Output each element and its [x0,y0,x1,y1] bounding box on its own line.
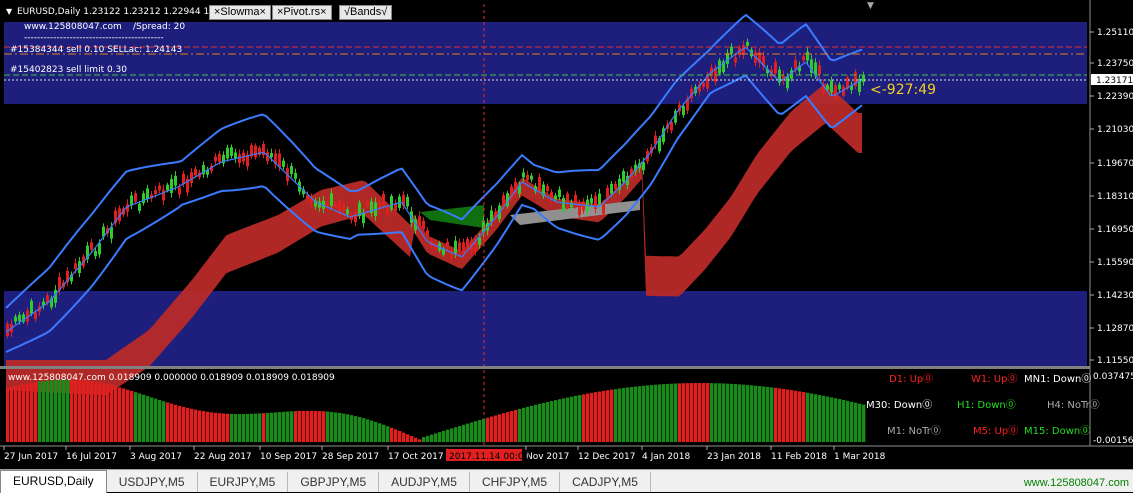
indicator-button-pivot[interactable]: ×Pivot.rs× [272,5,332,20]
timeframe-status: MN1: Down⓪ [1024,373,1091,385]
time-highlight-label: 2017.11.14 00:00 [449,452,530,462]
site-text: www.125808047.com [24,22,122,32]
time-tick-label: 3 Aug 2017 [130,452,182,462]
timeframe-status: M5: Up⓪ [973,425,1018,437]
time-tick-label: 23 Jan 2018 [707,452,761,462]
price-tick-label: 1.19670 [1097,159,1133,169]
scroll-arrow-icon[interactable]: ▼ [867,1,874,11]
timeframe-panel: D1: Up⓪ W1: Up⓪ MN1: Down⓪ M30: Down⓪ H1: Do… [866,373,1100,437]
time-tick-label: 17 Oct 2017 [388,452,444,462]
price-tick-label: 1.23750 [1097,59,1133,69]
footer-site-link[interactable]: www.125808047.com [1024,477,1129,489]
countdown-label: <-927:49 [870,82,936,98]
tab-usdjpy-m5[interactable]: USDJPY,M5 [106,472,198,492]
price-tick-label: 1.16950 [1097,225,1133,235]
indicator-button-slowma[interactable]: ×Slowma× [209,5,271,20]
tab-chfjpy-m5[interactable]: CHFJPY,M5 [469,472,561,492]
sub-title: www.125808047.com 0.018909 0.000000 0.01… [8,373,335,383]
time-tick-label: 4 Jan 2018 [642,452,690,462]
tab-audjpy-m5[interactable]: AUDJPY,M5 [379,472,470,492]
timeframe-status: W1: Up⓪ [971,373,1017,385]
price-tick-label: 1.14230 [1097,291,1133,301]
price-tick-label: 1.11550 [1097,356,1133,366]
timeframe-status: H1: Down⓪ [957,399,1016,411]
time-tick-label: 10 Sep 2017 [260,452,317,462]
tab-cadjpy-m5[interactable]: CADJPY,M5 [560,472,651,492]
timeframe-status: D1: Up⓪ [889,373,933,385]
timeframe-status: H4: NoTr⓪ [1047,399,1100,411]
spread-text: /Spread: 20 [133,22,185,32]
chart-canvas[interactable]: 1.25110 1.23750 1.22390 1.21030 1.19670 1.183… [0,0,1133,469]
indicator-button-bands[interactable]: √Bands√ [339,5,393,20]
price-tick-label: 1.25110 [1097,28,1133,38]
dash-line: ----------------------------------------… [24,33,164,43]
timeframe-status: M1: NoTr⓪ [887,425,941,437]
dropdown-icon[interactable]: ▼ [6,7,13,16]
timeframe-status: M15: Down⓪ [1024,425,1090,437]
price-tick-label: 1.21030 [1097,125,1133,135]
time-tick-label: 27 Jun 2017 [4,452,58,462]
price-tick-label: 1.15590 [1097,258,1133,268]
sub-scale-bottom: -0.001560 [1093,436,1133,446]
time-tick-label: 28 Sep 2017 [322,452,379,462]
symbol-info: EURUSD,Daily 1.23122 1.23212 1.22944 1.2 [17,7,218,17]
time-tick-label: 11 Feb 2018 [771,452,827,462]
price-tick-label: 1.22390 [1097,92,1133,102]
tab-eurusd-daily[interactable]: EURUSD,Daily [0,470,107,493]
sub-scale-top: 0.037475 [1093,372,1133,382]
time-tick-label: Nov 2017 [526,452,569,462]
current-price-label: 1.23171 [1096,76,1133,86]
order-text-2: #15402823 sell limit 0.30 [10,65,127,75]
chart-tab-bar: EURUSD,Daily USDJPY,M5 EURJPY,M5 GBPJPY,… [0,469,1133,493]
time-tick-label: 12 Dec 2017 [578,452,636,462]
tab-gbpjpy-m5[interactable]: GBPJPY,M5 [288,472,380,492]
price-tick-label: 1.18310 [1097,192,1133,202]
time-tick-label: 1 Mar 2018 [834,452,886,462]
tab-eurjpy-m5[interactable]: EURJPY,M5 [197,472,289,492]
price-tick-label: 1.12870 [1097,324,1133,334]
chart-window[interactable]: 1.25110 1.23750 1.22390 1.21030 1.19670 1.183… [0,0,1133,491]
timeframe-status: M30: Down⓪ [866,399,932,411]
time-tick-label: 22 Aug 2017 [194,452,252,462]
order-text-1: #15384344 sell 0.10 SELLac: 1.24143 [10,45,182,55]
time-tick-label: 16 Jul 2017 [66,452,117,462]
